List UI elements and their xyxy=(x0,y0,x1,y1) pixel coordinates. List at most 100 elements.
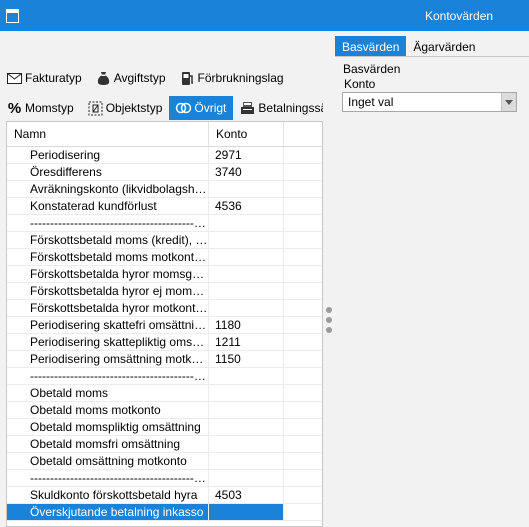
object-icon xyxy=(87,100,104,116)
table-row[interactable]: Förskottsbetalda hyror ej momsgrundande xyxy=(7,283,322,300)
cell-name[interactable]: Avräkningskonto (likvidbolagshantering) xyxy=(7,181,209,197)
cell-filler xyxy=(284,232,322,248)
cell-name[interactable]: ----------------------------------------… xyxy=(7,470,209,486)
cell-name[interactable]: Obetald momsfri omsättning xyxy=(7,436,209,452)
table-row[interactable]: Förskottsbetald moms (kredit), användnin… xyxy=(7,232,322,249)
cell-account[interactable] xyxy=(209,402,284,418)
cell-filler xyxy=(284,317,322,333)
table-row[interactable]: Avräkningskonto (likvidbolagshantering) xyxy=(7,181,322,198)
table-row[interactable]: Förskottsbetald moms motkonto (debet) xyxy=(7,249,322,266)
table-row[interactable]: ----------------------------------------… xyxy=(7,470,322,487)
cell-account[interactable] xyxy=(209,266,284,282)
cell-name[interactable]: Periodisering xyxy=(7,147,209,163)
table-row[interactable]: Periodisering skattepliktig omsättning 12… xyxy=(7,334,322,351)
cell-account[interactable]: 2971 xyxy=(209,147,284,163)
column-header-account[interactable]: Konto xyxy=(209,122,284,146)
cell-name[interactable]: Öresdifferens xyxy=(7,164,209,180)
cell-filler xyxy=(284,351,322,367)
cell-name[interactable]: Periodisering omsättning motkonto (debet… xyxy=(7,351,209,367)
table-row[interactable]: Konstaterad kundförlust 4536 xyxy=(7,198,322,215)
table-row[interactable]: Överskjutande betalning inkasso xyxy=(7,504,322,521)
cell-account[interactable]: 4503 xyxy=(209,487,284,503)
cell-account[interactable] xyxy=(209,249,284,265)
tab-momstyp[interactable]: % Momstyp xyxy=(0,96,81,120)
cell-account[interactable] xyxy=(209,300,284,316)
cell-account[interactable] xyxy=(209,419,284,435)
tab-row-top: Fakturatyp Avgiftstyp Förbrukningslag xyxy=(0,66,291,90)
cell-filler xyxy=(284,283,322,299)
table-row[interactable]: ----------------------------------------… xyxy=(7,368,322,385)
cell-filler xyxy=(284,487,322,503)
cell-name[interactable]: Obetald moms motkonto xyxy=(7,402,209,418)
cell-account[interactable] xyxy=(209,181,284,197)
table-row[interactable]: Förskottsbetalda hyror momsgrundande xyxy=(7,266,322,283)
cell-account[interactable] xyxy=(209,215,284,231)
cell-account[interactable]: 1180 xyxy=(209,317,284,333)
cell-name[interactable]: Förskottsbetald moms (kredit), användnin… xyxy=(7,232,209,248)
account-field-label: Konto xyxy=(344,77,376,91)
cell-name[interactable]: Förskottsbetalda hyror momsgrundande xyxy=(7,266,209,282)
cell-account[interactable] xyxy=(209,368,284,384)
table-row[interactable]: Obetald momspliktig omsättning xyxy=(7,419,322,436)
table-row[interactable]: Periodisering skattefri omsättning (kred… xyxy=(7,317,322,334)
grip-dot xyxy=(326,317,332,323)
chevron-down-icon[interactable] xyxy=(501,93,516,111)
grid-body: Periodisering 2971 Öresdifferens 3740 Avräkn… xyxy=(7,147,322,521)
cell-name[interactable]: Periodisering skattefri omsättning (kred… xyxy=(7,317,209,333)
splitter-handle[interactable] xyxy=(323,31,335,527)
cell-filler xyxy=(284,181,322,197)
table-row[interactable]: Obetald moms motkonto xyxy=(7,402,322,419)
account-select-value: Inget val xyxy=(348,95,394,109)
cell-name[interactable]: Förskottsbetalda hyror ej momsgrundande xyxy=(7,283,209,299)
table-row[interactable]: Öresdifferens 3740 xyxy=(7,164,322,181)
cell-account[interactable] xyxy=(209,453,284,469)
cell-filler xyxy=(284,368,322,384)
cash-register-icon xyxy=(239,100,256,116)
cell-name[interactable]: ----------------------------------------… xyxy=(7,215,209,231)
cell-account[interactable]: 1211 xyxy=(209,334,284,350)
cell-name[interactable]: ----------------------------------------… xyxy=(7,368,209,384)
cell-name[interactable]: Förskottsbetald moms motkonto (debet) xyxy=(7,249,209,265)
cell-name[interactable]: Skuldkonto förskottsbetald hyra xyxy=(7,487,209,503)
cell-account[interactable] xyxy=(209,470,284,486)
cell-account[interactable] xyxy=(209,504,284,520)
accounts-grid[interactable]: Namn Konto Periodisering 2971 Öresdifferen… xyxy=(6,121,323,527)
tab-forbrukningslag[interactable]: Förbrukningslag xyxy=(173,66,291,90)
cell-account[interactable]: 4536 xyxy=(209,198,284,214)
cell-account[interactable]: 3740 xyxy=(209,164,284,180)
cell-name[interactable]: Förskottsbetalda hyror motkonto (debet) xyxy=(7,300,209,316)
table-row[interactable]: Periodisering 2971 xyxy=(7,147,322,164)
table-row[interactable]: ----------------------------------------… xyxy=(7,215,322,232)
table-row[interactable]: Förskottsbetalda hyror motkonto (debet) xyxy=(7,300,322,317)
cell-name[interactable]: Obetald omsättning motkonto xyxy=(7,453,209,469)
table-row[interactable]: Obetald momsfri omsättning xyxy=(7,436,322,453)
cell-account[interactable] xyxy=(209,385,284,401)
tab-agarvarden[interactable]: Ägarvärden xyxy=(406,36,482,57)
account-select[interactable]: Inget val xyxy=(342,92,517,112)
cell-filler xyxy=(284,436,322,452)
cell-account[interactable] xyxy=(209,232,284,248)
right-pane: Basvärden Ägarvärden Basvärden Konto Ing… xyxy=(335,31,529,527)
section-label: Basvärden xyxy=(343,62,401,76)
cell-name[interactable]: Överskjutande betalning inkasso xyxy=(7,504,209,520)
tab-objektstyp[interactable]: Objektstyp xyxy=(81,96,170,120)
cell-name[interactable]: Obetald momspliktig omsättning xyxy=(7,419,209,435)
window-icon xyxy=(6,9,19,23)
cell-account[interactable]: 1150 xyxy=(209,351,284,367)
tab-fakturatyp[interactable]: Fakturatyp xyxy=(0,66,89,90)
cell-name[interactable]: Konstaterad kundförlust xyxy=(7,198,209,214)
tab-basvarden[interactable]: Basvärden xyxy=(335,36,407,57)
tab-avgiftstyp[interactable]: Avgiftstyp xyxy=(89,66,173,90)
tab-ovrigt[interactable]: Övrigt xyxy=(169,96,234,120)
table-row[interactable]: Skuldkonto förskottsbetald hyra 4503 xyxy=(7,487,322,504)
cell-account[interactable] xyxy=(209,436,284,452)
grip-dot xyxy=(326,327,332,333)
cell-name[interactable]: Periodisering skattepliktig omsättning xyxy=(7,334,209,350)
cell-account[interactable] xyxy=(209,283,284,299)
table-row[interactable]: Obetald omsättning motkonto xyxy=(7,453,322,470)
cell-name[interactable]: Obetald moms xyxy=(7,385,209,401)
table-row[interactable]: Obetald moms xyxy=(7,385,322,402)
column-header-name[interactable]: Namn xyxy=(7,122,209,146)
table-row[interactable]: Periodisering omsättning motkonto (debet… xyxy=(7,351,322,368)
money-bag-icon xyxy=(95,70,112,86)
